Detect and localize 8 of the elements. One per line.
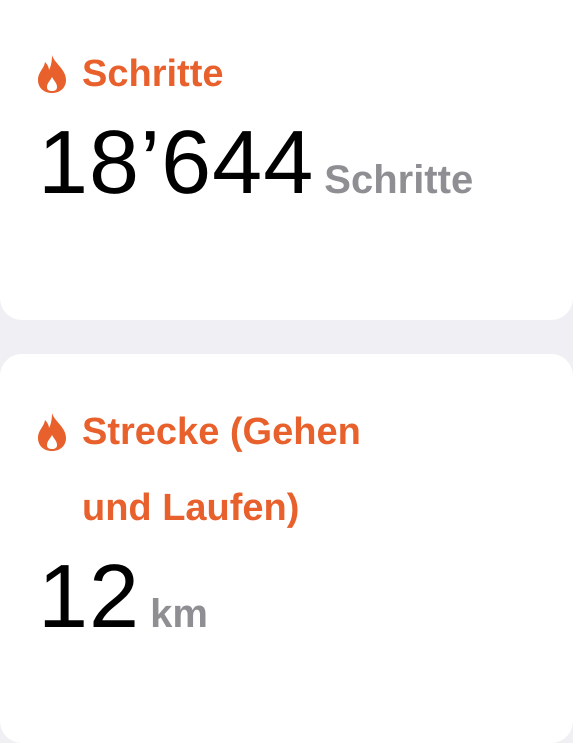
flame-icon bbox=[38, 55, 66, 93]
metric-value: 12 bbox=[38, 546, 140, 649]
card-title: Schritte bbox=[82, 52, 224, 97]
card-title: Strecke (Gehen und Laufen) bbox=[82, 410, 362, 531]
metric-value: 18’644 bbox=[38, 112, 314, 215]
metric-unit: Schritte bbox=[324, 158, 474, 203]
flame-icon bbox=[38, 413, 66, 451]
metric-unit: km bbox=[150, 592, 208, 637]
